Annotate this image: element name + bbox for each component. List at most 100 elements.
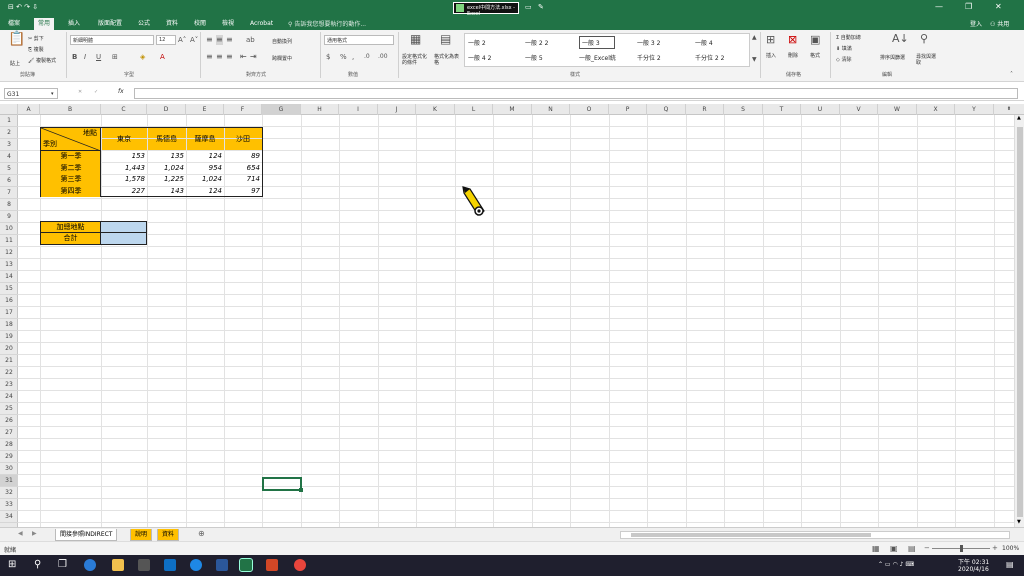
format-cells-button[interactable]: 格式 — [810, 52, 820, 59]
delete-cells-icon[interactable]: ⊠ — [788, 34, 797, 45]
row-header[interactable]: 27 — [0, 427, 18, 439]
row-header[interactable]: 32 — [0, 487, 18, 499]
table-corner[interactable]: 地點 季別 — [41, 128, 101, 151]
style-normal-3-2[interactable]: 一般 3 2 — [637, 38, 660, 47]
file-explorer-icon[interactable] — [112, 559, 124, 571]
row-header[interactable]: 8 — [0, 199, 18, 211]
row-header[interactable]: 25 — [0, 403, 18, 415]
row-label[interactable]: 第二季 — [41, 163, 101, 174]
sheet-tab-data[interactable]: 資料 — [157, 529, 180, 541]
align-center-icon[interactable]: ≡ — [216, 52, 223, 62]
minimize-button[interactable]: — — [935, 2, 943, 11]
conditional-format-icon[interactable]: ▦ — [410, 33, 421, 45]
grow-font-icon[interactable]: A˄ — [178, 35, 186, 45]
format-painter-button[interactable]: 🖌 複製格式 — [28, 57, 56, 64]
window-mode-icon[interactable]: ✎ — [538, 3, 544, 11]
paste-button[interactable]: 貼上 — [10, 60, 20, 67]
table-cell[interactable]: 227 — [101, 186, 147, 197]
table-cell[interactable]: 1,443 — [101, 163, 147, 174]
col-header-j[interactable]: J — [378, 104, 416, 115]
normal-view-icon[interactable]: ▦ — [872, 544, 880, 553]
row-header[interactable]: 3 — [0, 139, 18, 151]
row-header[interactable]: 30 — [0, 463, 18, 475]
row-header[interactable]: 20 — [0, 343, 18, 355]
table-cell[interactable]: 714 — [224, 174, 262, 185]
scroll-up-icon[interactable]: ▲ — [1017, 115, 1021, 121]
row-header[interactable]: 11 — [0, 235, 18, 247]
row-header[interactable]: 6 — [0, 175, 18, 187]
row-header[interactable]: 12 — [0, 247, 18, 259]
excel-taskbar-icon[interactable] — [239, 558, 253, 572]
indent-icon[interactable]: ⇤ — [240, 52, 247, 62]
increase-decimal-icon[interactable]: .0 — [364, 52, 370, 62]
row-header[interactable]: 34 — [0, 511, 18, 523]
col-header-v[interactable]: V — [840, 104, 878, 115]
row-header[interactable]: 13 — [0, 259, 18, 271]
zoom-level[interactable]: 100% — [1002, 545, 1019, 552]
decrease-decimal-icon[interactable]: .00 — [378, 52, 388, 62]
mail-icon[interactable] — [164, 559, 176, 571]
powerpoint-icon[interactable] — [266, 559, 278, 571]
col-header-g[interactable]: G — [262, 104, 301, 115]
fill-button[interactable]: ⬇ 填滿 — [836, 45, 852, 52]
share-button[interactable]: ⚇ 共用 — [990, 19, 1009, 28]
style-normal-2-2[interactable]: 一般 2 2 — [525, 38, 548, 47]
row-header[interactable]: 1 — [0, 115, 18, 127]
format-table-button[interactable]: 格式化為表格 — [434, 54, 462, 66]
table-cell[interactable]: 1,225 — [147, 174, 186, 185]
scroll-right-icon[interactable]: ⬍ — [994, 104, 1024, 115]
col-header-w[interactable]: W — [878, 104, 917, 115]
name-box[interactable]: G31 ▾ — [4, 88, 58, 99]
page-layout-view-icon[interactable]: ▣ — [890, 544, 898, 553]
tab-review[interactable]: 校閱 — [190, 18, 210, 30]
scroll-down-icon[interactable]: ▼ — [1017, 519, 1021, 525]
ribbon-display-icon[interactable]: ▭ — [525, 3, 532, 11]
outdent-icon[interactable]: ⇥ — [250, 52, 257, 62]
row-header[interactable]: 4 — [0, 151, 18, 163]
table-cell[interactable]: 97 — [224, 186, 262, 197]
row-label[interactable]: 第三季 — [41, 174, 101, 185]
find-select-button[interactable]: 尋找與選取 — [916, 54, 936, 66]
table-cell[interactable]: 89 — [224, 151, 262, 162]
lookup-total-value[interactable] — [101, 233, 147, 245]
gallery-more-icon[interactable]: ▼ — [752, 55, 757, 65]
prev-sheet-icon[interactable]: ◀ — [18, 530, 23, 537]
row-header[interactable]: 28 — [0, 439, 18, 451]
confirm-entry-icon[interactable]: ✓ — [94, 89, 98, 95]
row-header[interactable]: 24 — [0, 391, 18, 403]
table-cell[interactable]: 1,578 — [101, 174, 147, 185]
header-tokyo[interactable]: 東京 — [101, 134, 147, 145]
align-middle-icon[interactable]: ≡ — [216, 35, 223, 45]
collapse-ribbon-icon[interactable]: ˄ — [1010, 70, 1013, 80]
style-comma-2[interactable]: 千分位 2 — [637, 53, 661, 62]
word-icon[interactable] — [216, 559, 228, 571]
comma-icon[interactable]: , — [352, 52, 354, 62]
orientation-icon[interactable]: ab — [246, 35, 255, 45]
table-cell[interactable]: 954 — [186, 163, 224, 174]
align-bottom-icon[interactable]: ≡ — [226, 35, 233, 45]
delete-cells-button[interactable]: 刪除 — [788, 52, 798, 59]
row-header[interactable]: 26 — [0, 415, 18, 427]
autosum-button[interactable]: Σ 自動加總 — [836, 34, 861, 41]
col-header-t[interactable]: T — [763, 104, 801, 115]
task-view-icon[interactable]: ❐ — [58, 559, 67, 570]
tray-icons[interactable]: ⌃ ▭ ◠ ♪ ⌨ — [878, 561, 914, 568]
vertical-scroll-thumb[interactable] — [1017, 127, 1023, 517]
row-header[interactable]: 33 — [0, 499, 18, 511]
col-header-r[interactable]: R — [686, 104, 724, 115]
page-break-view-icon[interactable]: ▤ — [908, 544, 916, 553]
windows-start-icon[interactable]: ⊞ — [8, 559, 16, 570]
sort-filter-button[interactable]: 排序與篩選 — [880, 54, 905, 61]
quick-access-toolbar[interactable]: ⊟ ↶ ↷ ⇩ — [8, 3, 38, 11]
style-normal-4[interactable]: 一般 4 — [695, 38, 713, 47]
col-header-x[interactable]: X — [917, 104, 955, 115]
tab-home[interactable]: 常用 — [34, 18, 55, 30]
col-header-k[interactable]: K — [416, 104, 455, 115]
font-name-select[interactable]: 新細明體 — [70, 35, 154, 45]
tab-formulas[interactable]: 公式 — [134, 18, 154, 30]
row-header[interactable]: 18 — [0, 319, 18, 331]
shrink-font-icon[interactable]: A˅ — [190, 35, 198, 45]
col-header-c[interactable]: C — [101, 104, 147, 115]
zoom-out-icon[interactable]: − — [924, 544, 930, 552]
fill-handle[interactable] — [299, 488, 303, 492]
